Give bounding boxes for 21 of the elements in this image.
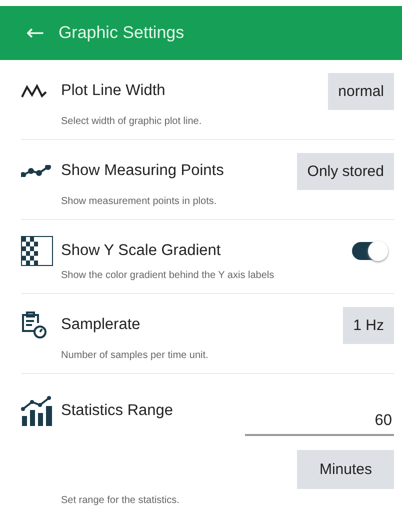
bar-chart-icon: [21, 396, 53, 426]
setting-title: Show Measuring Points: [61, 162, 225, 180]
dotted-line-icon: [21, 165, 51, 177]
page-title: Graphic Settings: [58, 23, 184, 43]
setting-title: Plot Line Width: [61, 82, 166, 100]
unit-button[interactable]: Minutes: [297, 450, 394, 489]
setting-title: Samplerate: [61, 316, 142, 334]
setting-description: Show measurement points in plots.: [61, 196, 218, 207]
value-button[interactable]: 1 Hz: [343, 306, 394, 344]
clipboard-timer-icon: [21, 311, 47, 339]
toggle-switch[interactable]: [352, 242, 386, 260]
setting-description: Number of samples per time unit.: [61, 350, 210, 361]
setting-title: Statistics Range: [61, 402, 174, 420]
setting-title: Show Y Scale Gradient: [61, 242, 222, 260]
setting-description: Set range for the statistics.: [61, 495, 180, 506]
checkerboard-icon: [21, 236, 53, 266]
setting-description: Select width of graphic plot line.: [61, 116, 203, 127]
wave-icon: [21, 84, 47, 98]
value-button[interactable]: normal: [328, 72, 394, 110]
setting-description: Show the color gradient behind the Y axis labels: [61, 270, 276, 281]
value-button[interactable]: Only stored: [297, 152, 394, 190]
